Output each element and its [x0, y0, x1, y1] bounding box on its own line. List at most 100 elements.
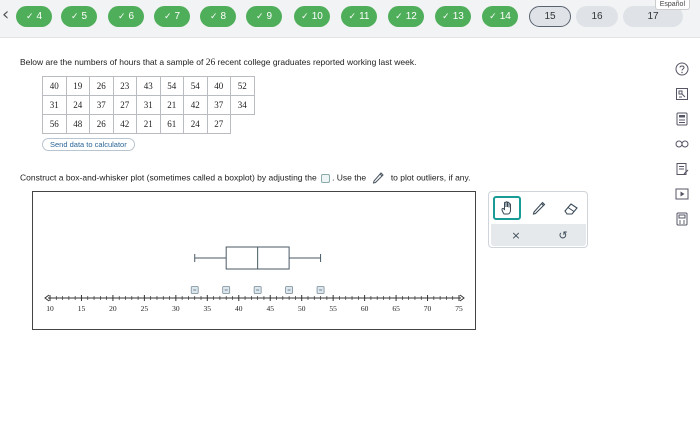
table-row: 40 19 26 23 43 54 54 40 52	[42, 76, 255, 96]
instruction-text-after: to plot outliers, if any.	[388, 172, 471, 183]
table-cell: 37	[89, 95, 114, 115]
question-button-7[interactable]: ✓ 7	[154, 6, 190, 27]
check-icon: ✓	[117, 11, 126, 22]
table-cell: 54	[159, 76, 184, 96]
table-cell: 56	[42, 114, 67, 134]
axis-tick-label: 45	[266, 304, 274, 313]
video-icon[interactable]	[672, 185, 692, 203]
formula-icon[interactable]	[672, 210, 692, 228]
pencil-icon	[371, 170, 385, 186]
problem-intro: Below are the numbers of hours that a sa…	[20, 57, 416, 68]
undo-button[interactable]: ↺	[553, 227, 573, 243]
table-cell: 52	[230, 76, 255, 96]
pencil-icon	[532, 201, 546, 215]
axis-tick-label: 40	[235, 304, 243, 313]
language-toggle[interactable]: Español	[654, 0, 690, 10]
reference-icon[interactable]	[672, 85, 692, 103]
question-button-6[interactable]: ✓ 6	[108, 6, 144, 27]
axis-tick-label: 60	[361, 304, 369, 313]
table-cell: 31	[42, 95, 67, 115]
question-number: 10	[311, 11, 323, 22]
table-cell: 31	[136, 95, 161, 115]
eraser-icon	[564, 203, 578, 215]
check-icon: ✓	[25, 11, 34, 22]
table-cell: 37	[206, 95, 231, 115]
question-number: 13	[452, 11, 464, 22]
table-cell: 34	[230, 95, 255, 115]
question-navigation-bar: ‹ ✓ 4 ✓ 5 ✓ 6 ✓ 7 ✓ 8 ✓ 9 ✓ 10 ✓ 11 ✓ 12 ✓ 13 ✓ 14 15 16 17 Espa…	[0, 0, 700, 38]
table-cell: 24	[65, 95, 90, 115]
question-number: 17	[647, 11, 659, 22]
boxplot-svg[interactable]: 10 15 20 25 30 35 40 45 50 55 60 65 70 75	[33, 192, 475, 329]
axis-tick-label: 75	[455, 304, 463, 313]
axis-tick-label: 50	[298, 304, 306, 313]
question-button-15[interactable]: 15	[529, 6, 571, 27]
help-icon[interactable]	[672, 60, 692, 78]
axis-tick-label: 20	[109, 304, 117, 313]
pencil-tool-button[interactable]	[525, 196, 553, 220]
question-number: 9	[266, 11, 273, 22]
table-cell: 27	[112, 95, 137, 115]
question-number: 11	[359, 11, 370, 22]
glossary-icon[interactable]	[672, 135, 692, 153]
table-cell: 21	[136, 114, 161, 134]
tool-actions-bar: × ↺	[491, 224, 586, 246]
question-button-8[interactable]: ✓ 8	[200, 6, 236, 27]
question-number: 4	[36, 11, 43, 22]
question-number: 15	[544, 11, 556, 22]
table-cell: 61	[159, 114, 184, 134]
axis-tick-label: 25	[141, 304, 149, 313]
question-button-11[interactable]: ✓ 11	[341, 6, 377, 27]
table-cell: 40	[206, 76, 231, 96]
table-cell: 24	[183, 114, 208, 134]
question-button-10[interactable]: ✓ 10	[294, 6, 330, 27]
instruction-text-before: Construct a box-and-whisker plot (someti…	[20, 172, 320, 183]
intro-text-after: recent college graduates reported workin…	[215, 57, 417, 67]
question-button-13[interactable]: ✓ 13	[435, 6, 471, 27]
question-button-16[interactable]: 16	[576, 6, 618, 27]
axis-tick-label: 70	[424, 304, 432, 313]
axis-tick-label: 10	[46, 304, 54, 313]
check-icon: ✓	[255, 11, 264, 22]
axis-tick-label: 30	[172, 304, 180, 313]
axis-tick-label: 35	[204, 304, 212, 313]
question-number: 14	[499, 11, 511, 22]
question-number: 16	[591, 11, 603, 22]
axis-tick-label: 15	[78, 304, 86, 313]
table-row: 56 48 26 42 21 61 24 27	[42, 114, 255, 134]
check-icon: ✓	[209, 11, 218, 22]
boxplot-graph-area[interactable]: 10 15 20 25 30 35 40 45 50 55 60 65 70 75	[32, 191, 476, 330]
question-number: 7	[174, 11, 181, 22]
table-cell: 27	[206, 114, 231, 134]
table-cell: 42	[112, 114, 137, 134]
question-number: 6	[128, 11, 135, 22]
question-button-14[interactable]: ✓ 14	[482, 6, 518, 27]
question-button-12[interactable]: ✓ 12	[388, 6, 424, 27]
question-number: 8	[220, 11, 227, 22]
table-row: 31 24 37 27 31 21 42 37 34	[42, 95, 255, 115]
notes-icon[interactable]	[672, 160, 692, 178]
handle-icon	[321, 173, 331, 183]
problem-instruction: Construct a box-and-whisker plot (someti…	[20, 170, 471, 186]
check-icon: ✓	[442, 11, 450, 22]
check-icon: ✓	[163, 11, 172, 22]
table-cell: 43	[136, 76, 161, 96]
data-table: 40 19 26 23 43 54 54 40 52 31 24 37 27 31 21 42 37 34 56 48…	[42, 76, 255, 134]
eraser-tool-button[interactable]	[557, 196, 585, 220]
question-button-4[interactable]: ✓ 4	[16, 6, 52, 27]
table-cell: 26	[89, 76, 114, 96]
question-button-5[interactable]: ✓ 5	[61, 6, 97, 27]
sample-size: 26	[205, 58, 216, 68]
calculator-icon[interactable]	[672, 110, 692, 128]
clear-button[interactable]: ×	[506, 227, 526, 243]
drawing-toolbox: × ↺	[488, 191, 588, 248]
check-icon: ✓	[489, 11, 497, 22]
question-button-9[interactable]: ✓ 9	[246, 6, 282, 27]
table-cell: 26	[89, 114, 114, 134]
axis-tick-label: 65	[392, 304, 400, 313]
table-cell: 40	[42, 76, 67, 96]
chevron-left-icon[interactable]: ‹	[2, 4, 9, 25]
axis-tick-label: 55	[329, 304, 337, 313]
send-to-calculator-button[interactable]: Send data to calculator	[42, 138, 135, 151]
hand-tool-button[interactable]	[493, 196, 521, 220]
